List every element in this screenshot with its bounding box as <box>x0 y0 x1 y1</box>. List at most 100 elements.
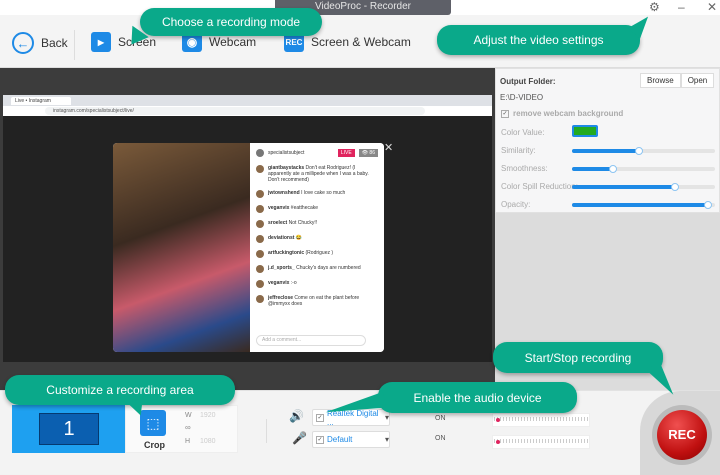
callout-video-settings: Adjust the video settings <box>437 25 640 55</box>
avatar <box>256 165 264 173</box>
width-label: W <box>185 412 192 419</box>
avatar <box>256 265 264 273</box>
remove-bg-checkbox[interactable]: ✓ remove webcam background <box>501 109 623 118</box>
comment-text: deviationst 😂 <box>268 235 302 241</box>
live-badge: LIVE <box>337 149 355 157</box>
avatar <box>256 235 264 243</box>
link-icon[interactable]: ∞ <box>185 423 191 432</box>
browser-tabs: Live • Instagram <box>3 95 492 106</box>
comment-text: giantbaystacks Don't eat Rodriguez! (I a… <box>268 165 374 183</box>
chat-comment: veganvix #eatthecake <box>256 205 374 213</box>
comment-text: veganvix :-o <box>268 280 297 286</box>
comment-input[interactable]: Add a comment... <box>256 335 366 346</box>
divider <box>266 419 267 443</box>
settings-gear-icon[interactable]: ⚙ <box>649 0 660 14</box>
comment-user: veganvix <box>268 205 290 211</box>
comment-body: Chucky's days are numbered <box>296 265 361 271</box>
callout-recording-area: Customize a recording area <box>5 375 235 405</box>
mic-toggle[interactable]: ON <box>435 435 446 442</box>
close-button[interactable]: ✕ <box>707 0 717 14</box>
avatar <box>256 205 264 213</box>
comment-text: veganvix #eatthecake <box>268 205 318 211</box>
comment-body: (Rodriguez ) <box>305 250 334 256</box>
comment-text: jwtownshend I love cake so much <box>268 190 345 196</box>
crop-label: Crop <box>144 440 165 450</box>
chat-comment: artfuckingtonic (Rodriguez ) <box>256 250 374 258</box>
comment-text: j.d_sports_ Chucky's days are numbered <box>268 265 361 271</box>
comment-user: artfuckingtonic <box>268 250 305 256</box>
divider <box>74 30 75 60</box>
monitor-camera-icon: ▶ <box>91 32 111 52</box>
avatar <box>256 280 264 288</box>
browser-tab: Live • Instagram <box>11 97 71 105</box>
viewer-count: 👁 86 <box>358 149 378 157</box>
output-path: E:\D-VIDEO <box>500 93 544 102</box>
checkbox-icon: ✓ <box>501 109 509 118</box>
speaker-icon: 🔊 <box>289 409 304 423</box>
slider-handle[interactable] <box>670 183 679 191</box>
address-bar: instagram.com/specialistsubject/live/ <box>3 106 492 116</box>
comment-body: #eatthecake <box>290 205 319 211</box>
checkbox-icon: ✓ <box>316 413 324 422</box>
open-button[interactable]: Open <box>680 73 715 88</box>
height-label: H <box>185 438 191 445</box>
back-arrow-icon: ← <box>12 32 34 54</box>
avatar <box>256 250 264 258</box>
back-label: Back <box>41 36 68 50</box>
comment-body: :-o <box>290 280 297 286</box>
rec-button[interactable]: REC <box>652 405 712 465</box>
chat-comment: jeffreclose Come on eat the plant before… <box>256 295 374 307</box>
color-swatch[interactable] <box>572 125 598 137</box>
chat-comment: sroelect Not Chucky!! <box>256 220 374 228</box>
slider-handle[interactable] <box>635 147 644 155</box>
comment-text: artfuckingtonic (Rodriguez ) <box>268 250 333 256</box>
color-value-label: Color Value: <box>501 128 545 137</box>
comment-user: deviationst <box>268 235 295 241</box>
video-settings-panel: Output Folder: Browse Open E:\D-VIDEO ✓ … <box>495 68 720 213</box>
callout-recording-mode: Choose a recording mode <box>140 8 322 36</box>
chevron-down-icon: ▾ <box>384 435 389 444</box>
minimize-button[interactable]: – <box>678 0 685 14</box>
back-button[interactable]: ← Back <box>12 32 68 54</box>
slider-handle[interactable] <box>703 201 712 209</box>
setting-slider[interactable] <box>572 165 715 173</box>
mic-level-meter <box>492 435 590 449</box>
output-folder-label: Output Folder: <box>500 77 556 86</box>
chevron-down-icon: ▾ <box>384 413 389 422</box>
rec-label: REC <box>657 410 707 460</box>
ig-username: specialistsubject <box>268 150 305 156</box>
callout-start-stop: Start/Stop recording <box>493 342 663 373</box>
comment-user: veganvix <box>268 280 290 286</box>
width-input[interactable]: 1920 <box>200 412 216 419</box>
avatar <box>256 220 264 228</box>
microphone-icon: 🎤 <box>292 431 307 445</box>
setting-slider[interactable] <box>572 147 715 155</box>
chat-comment: deviationst 😂 <box>256 235 374 243</box>
url-text: instagram.com/specialistsubject/live/ <box>45 107 425 115</box>
chat-comment: j.d_sports_ Chucky's days are numbered <box>256 265 374 273</box>
slider-handle[interactable] <box>609 165 618 173</box>
live-video <box>113 143 250 352</box>
close-icon[interactable]: ✕ <box>384 141 393 154</box>
live-chat: specialistsubject LIVE 👁 86 giantbaystac… <box>250 143 384 352</box>
browse-button[interactable]: Browse <box>640 73 681 88</box>
slider-label: Color Spill Reduction: <box>501 182 578 191</box>
mic-device-select[interactable]: ✓ Default ▾ <box>312 431 390 448</box>
comment-body: I love cake so much <box>301 190 346 196</box>
speaker-toggle[interactable]: ON <box>435 415 446 422</box>
checkbox-icon: ✓ <box>316 435 324 444</box>
instagram-live-modal: specialistsubject LIVE 👁 86 giantbaystac… <box>113 143 384 352</box>
comment-body: 😂 <box>295 235 303 241</box>
setting-slider[interactable] <box>572 201 715 209</box>
screen-selector[interactable]: 1 <box>12 405 125 453</box>
height-input[interactable]: 1080 <box>200 438 216 445</box>
mic-device-label: Default <box>327 435 353 444</box>
mode-label: Screen & Webcam <box>311 35 411 49</box>
comment-user: sroelect <box>268 220 288 226</box>
slider-label: Smoothness: <box>501 164 548 173</box>
speaker-level-meter <box>492 413 590 427</box>
remove-bg-label: remove webcam background <box>513 109 624 118</box>
comment-text: jeffreclose Come on eat the plant before… <box>268 295 374 307</box>
setting-slider[interactable] <box>572 183 715 191</box>
slider-label: Opacity: <box>501 200 531 209</box>
